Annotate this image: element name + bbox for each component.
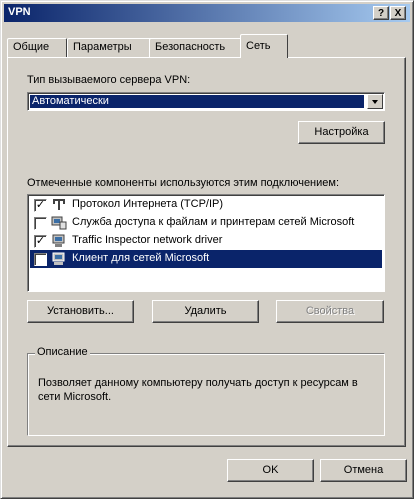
cancel-button[interactable]: Отмена <box>320 459 407 482</box>
ok-button[interactable]: OK <box>227 459 314 482</box>
tab-security[interactable]: Безопасность <box>149 38 243 57</box>
title-bar[interactable]: VPN ? X <box>4 4 410 22</box>
settings-button[interactable]: Настройка <box>298 121 385 144</box>
description-text: Позволяет данному компьютеру получать до… <box>38 377 358 403</box>
server-type-value: Автоматически <box>30 95 364 108</box>
list-item-tcpip[interactable]: ✓ Протокол Интернета (TCP/IP) <box>30 196 382 214</box>
list-item-label: Traffic Inspector network driver <box>72 234 223 246</box>
components-label: Отмеченные компоненты используются этим … <box>27 177 340 189</box>
checkbox-file-sharing[interactable] <box>34 217 47 230</box>
network-client-icon <box>52 252 65 265</box>
remove-button[interactable]: Удалить <box>152 300 259 323</box>
network-protocol-icon <box>53 199 65 210</box>
network-service-icon <box>51 216 67 230</box>
install-button[interactable]: Установить... <box>27 300 134 323</box>
dialog-window: VPN ? X Общие Параметры Безопасность Сет… <box>0 0 414 499</box>
list-item-file-sharing[interactable]: Служба доступа к файлам и принтерам сете… <box>30 214 382 232</box>
close-button[interactable]: X <box>390 6 406 20</box>
help-button[interactable]: ? <box>373 6 389 20</box>
list-item-label: Служба доступа к файлам и принтерам сете… <box>72 216 355 228</box>
list-item-label: Протокол Интернета (TCP/IP) <box>72 198 224 210</box>
properties-button[interactable]: Свойства <box>276 300 384 323</box>
description-group: Описание Позволяет данному компьютеру по… <box>27 346 385 436</box>
server-type-label: Тип вызываемого сервера VPN: <box>27 74 191 86</box>
checkbox-ms-client[interactable] <box>34 253 47 266</box>
server-type-select[interactable]: Автоматически <box>27 92 385 111</box>
tab-parameters[interactable]: Параметры <box>67 38 152 57</box>
list-item-traffic-inspector[interactable]: ✓ Traffic Inspector network driver <box>30 232 382 250</box>
checkbox-tcpip[interactable]: ✓ <box>34 199 47 212</box>
window-title: VPN <box>8 6 31 18</box>
network-driver-icon <box>52 234 65 247</box>
list-item-ms-client[interactable]: Клиент для сетей Microsoft <box>30 250 382 268</box>
chevron-down-icon[interactable] <box>367 94 383 109</box>
tab-general[interactable]: Общие <box>7 38 67 57</box>
checkbox-traffic-inspector[interactable]: ✓ <box>34 235 47 248</box>
description-legend: Описание <box>35 346 90 358</box>
list-item-label: Клиент для сетей Microsoft <box>72 252 210 264</box>
tab-network[interactable]: Сеть <box>240 34 288 58</box>
components-list[interactable]: ✓ Протокол Интернета (TCP/IP) Служба дос… <box>27 194 385 292</box>
